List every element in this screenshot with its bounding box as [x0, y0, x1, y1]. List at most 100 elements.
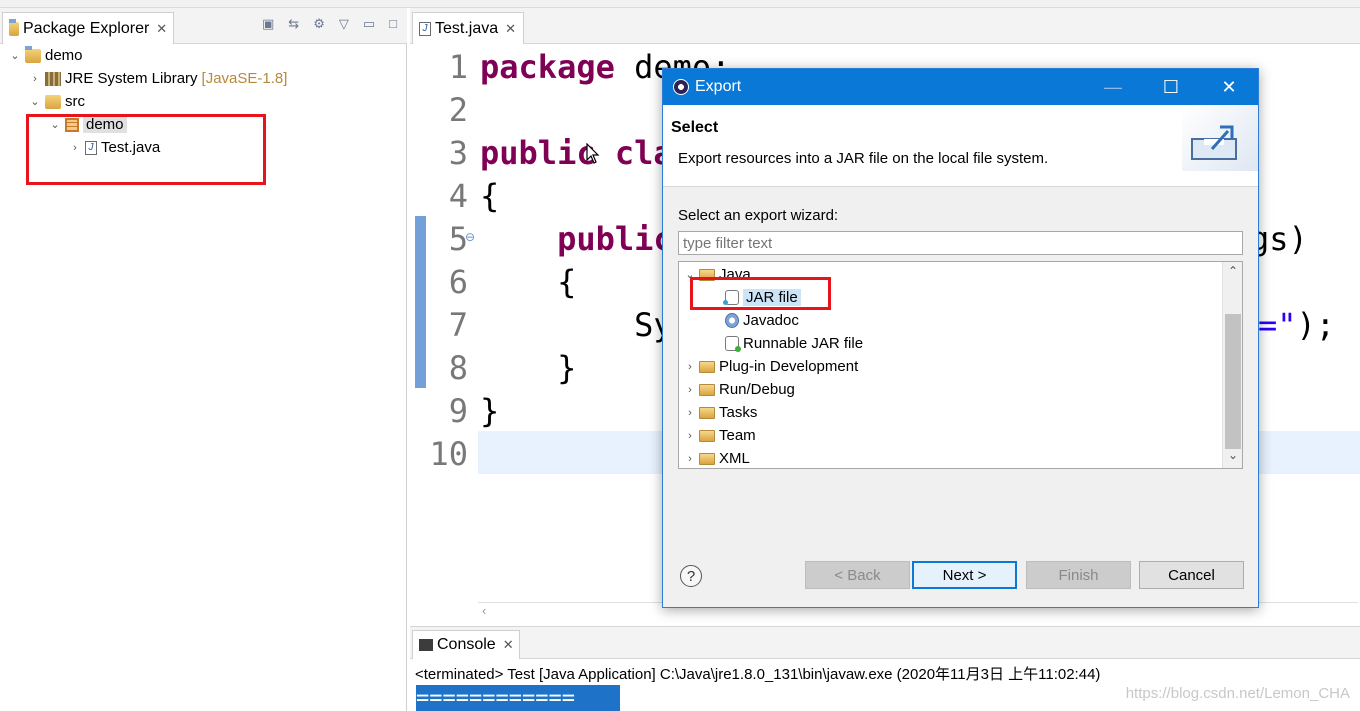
wizard-item-label: Team: [719, 427, 756, 444]
close-icon[interactable]: ✕: [156, 21, 167, 37]
chevron-right-icon[interactable]: ›: [683, 407, 697, 419]
view-menu-icon[interactable]: ▽: [339, 16, 349, 32]
package-explorer-tabbar: Package Explorer ✕ ▣ ⇆ ⚙ ▽ ▭ □: [0, 8, 407, 44]
maximize-icon[interactable]: □: [389, 16, 397, 32]
code-text: {: [480, 176, 500, 215]
code-line[interactable]: 8 }: [410, 346, 577, 389]
tree-item-src[interactable]: ⌄ src: [0, 90, 407, 113]
filter-input[interactable]: [678, 231, 1243, 255]
watermark: https://blog.csdn.net/Lemon_CHA: [1125, 685, 1350, 702]
wizard-item-runnable-jar[interactable]: Runnable JAR file: [723, 332, 863, 355]
javadoc-icon: [725, 313, 739, 328]
dialog-title: Export: [695, 78, 742, 95]
code-text: }: [480, 391, 500, 430]
main-toolbar: [0, 0, 1360, 8]
filter-icon[interactable]: ⚙: [313, 16, 325, 32]
next-button[interactable]: Next >: [912, 561, 1017, 589]
close-button[interactable]: ✕: [1200, 69, 1258, 105]
finish-button[interactable]: Finish: [1026, 561, 1131, 589]
code-line[interactable]: 3 public cla: [410, 131, 673, 174]
console-view: Console ✕ <terminated> Test [Java Applic…: [410, 626, 1360, 711]
export-dialog: Export — ☐ ✕ Select Export resources int…: [662, 68, 1259, 608]
maximize-button[interactable]: ☐: [1142, 69, 1200, 105]
line-number: 7: [448, 305, 468, 344]
wizard-category-tasks[interactable]: › Tasks: [683, 401, 757, 424]
code-line[interactable]: 9}: [410, 389, 500, 432]
wizard-category-run-debug[interactable]: › Run/Debug: [683, 378, 795, 401]
wizard-category-plugin[interactable]: › Plug-in Development: [683, 355, 858, 378]
wizard-category-team[interactable]: › Team: [683, 424, 756, 447]
package-explorer-icon: [9, 18, 19, 36]
wizard-page-title: Select: [671, 119, 719, 136]
tree-item-project[interactable]: ⌄ demo: [0, 44, 407, 67]
line-number: 3: [448, 133, 468, 172]
line-number: 6: [448, 262, 468, 301]
tab-label: Package Explorer: [23, 19, 150, 37]
vertical-scrollbar[interactable]: ⌃ ⌄: [1222, 262, 1242, 468]
dialog-titlebar[interactable]: Export — ☐ ✕: [663, 69, 1258, 105]
line-number: 8: [448, 348, 468, 387]
code-line[interactable]: 2: [410, 88, 480, 131]
scroll-down-icon[interactable]: ⌄: [1223, 448, 1242, 462]
tree-item-label: src: [65, 93, 85, 110]
tree-item-jre-library[interactable]: › JRE System Library [JavaSE-1.8]: [0, 67, 407, 90]
code-line[interactable]: 10: [410, 432, 480, 475]
line-number: 4: [448, 176, 468, 215]
console-output[interactable]: ============: [416, 685, 620, 711]
wizard-page-description: Export resources into a JAR file on the …: [678, 150, 1049, 167]
project-folder-icon: [25, 45, 41, 63]
export-wizard-label: Select an export wizard:: [678, 207, 839, 224]
chevron-right-icon[interactable]: ›: [683, 361, 697, 373]
source-folder-icon: [45, 94, 61, 109]
close-icon[interactable]: ✕: [503, 637, 514, 653]
folder-icon: [699, 406, 715, 419]
tab-test-java[interactable]: J Test.java ✕: [412, 12, 524, 44]
minimize-icon[interactable]: ▭: [363, 16, 375, 32]
code-line[interactable]: 4{: [410, 174, 500, 217]
tree-item-decoration: [JavaSE-1.8]: [201, 70, 288, 87]
wizard-item-label: Tasks: [719, 404, 758, 421]
java-file-icon: J: [419, 21, 431, 36]
highlight-box: [690, 277, 831, 310]
code-text: Sy: [480, 305, 673, 344]
wizard-item-javadoc[interactable]: Javadoc: [723, 309, 799, 332]
console-tabbar: Console ✕: [410, 627, 1360, 659]
chevron-right-icon[interactable]: ›: [683, 430, 697, 442]
chevron-right-icon[interactable]: ›: [28, 73, 42, 85]
link-with-editor-icon[interactable]: ⇆: [288, 16, 299, 32]
wizard-header: Select Export resources into a JAR file …: [663, 105, 1258, 187]
tab-console[interactable]: Console ✕: [412, 630, 520, 659]
export-icon: [1191, 125, 1237, 160]
back-button[interactable]: < Back: [805, 561, 910, 589]
scrollbar-thumb[interactable]: [1225, 314, 1241, 449]
close-icon[interactable]: ✕: [505, 21, 516, 37]
highlight-box: [26, 114, 266, 185]
collapse-all-icon[interactable]: ▣: [262, 16, 274, 32]
chevron-down-icon[interactable]: ⌄: [28, 95, 42, 108]
minimize-button[interactable]: —: [1084, 69, 1142, 105]
chevron-right-icon[interactable]: ›: [683, 453, 697, 465]
code-text: }: [480, 348, 577, 387]
help-button[interactable]: ?: [680, 565, 702, 587]
scroll-up-icon[interactable]: ⌃: [1223, 264, 1242, 278]
library-icon: [45, 71, 61, 86]
code-line[interactable]: 7 Sy: [410, 303, 673, 346]
chevron-right-icon[interactable]: ›: [683, 384, 697, 396]
tab-package-explorer[interactable]: Package Explorer ✕: [2, 12, 174, 44]
code-keyword: public: [480, 133, 596, 172]
cancel-button[interactable]: Cancel: [1139, 561, 1244, 589]
code-line[interactable]: 6 {: [410, 260, 577, 303]
tree-item-label: JRE System Library: [65, 70, 198, 87]
editor-tabbar: J Test.java ✕: [410, 8, 1360, 44]
line-number: 1: [448, 47, 468, 86]
line-number: 5: [448, 219, 468, 258]
chevron-down-icon[interactable]: ⌄: [8, 49, 22, 62]
wizard-item-label: XML: [719, 450, 750, 467]
tab-label: Console: [437, 636, 496, 653]
window-controls: — ☐ ✕: [1084, 69, 1258, 105]
line-number: 10: [429, 434, 468, 473]
wizard-category-xml[interactable]: › XML: [683, 447, 750, 468]
code-line[interactable]: 5 public: [410, 217, 673, 260]
code-string: =": [1258, 305, 1297, 344]
tab-label: Test.java: [435, 19, 499, 37]
